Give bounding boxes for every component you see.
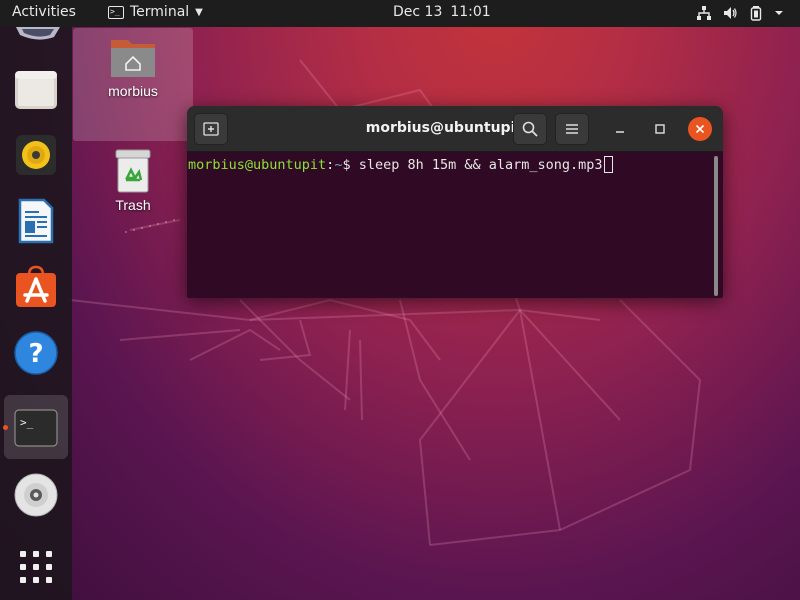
battery-icon [750,6,762,21]
text-cursor [603,156,613,173]
close-icon [695,124,705,134]
terminal-window[interactable]: morbius@ubuntupit: ~ morbius@ubuntupit:~… [187,106,723,298]
prompt-user: morbius@ubuntupit [188,157,327,173]
menu-button[interactable] [555,113,589,145]
maximize-button[interactable] [648,117,672,141]
disc-icon [14,473,58,517]
shopping-bag-icon [16,265,56,307]
hamburger-icon [566,124,578,134]
activities-button[interactable]: Activities [12,4,76,20]
dock-item-dvd[interactable] [4,463,68,527]
close-button[interactable] [688,117,712,141]
clock-date: Dec 13 [393,4,443,20]
terminal-scrollbar[interactable] [714,156,718,296]
app-menu-label: Terminal [130,4,190,20]
terminal-output[interactable]: morbius@ubuntupit:~$ sleep 8h 15m && ala… [187,152,723,298]
folder-icon [15,71,57,109]
minimize-icon [616,131,624,133]
svg-text:?: ? [28,339,43,369]
terminal-icon: >_ [14,409,58,447]
prompt-symbol: $ [342,157,359,173]
desktop-home-folder[interactable]: morbius [73,28,193,141]
network-icon [697,6,711,20]
new-tab-button[interactable] [194,113,228,145]
home-folder-icon [111,40,155,77]
trash-icon [115,149,151,193]
app-menu[interactable]: >_ Terminal ▼ [108,4,203,20]
dock: ? >_ [0,27,72,600]
running-indicator [3,425,8,430]
terminal-icon: >_ [108,5,124,19]
command-text: sleep 8h 15m && alarm_song.mp3 [358,157,603,173]
dock-item-rhythmbox[interactable] [4,123,68,187]
help-icon: ? [14,331,58,375]
dock-item-writer[interactable] [4,189,68,253]
maximize-icon [655,124,665,134]
dock-item-files[interactable] [4,57,68,121]
clock[interactable]: Dec 13 11:01 [393,4,491,20]
trash-label: Trash [115,197,151,213]
new-tab-icon [203,122,219,136]
partial-app-icon [16,27,60,40]
desktop-trash[interactable]: Trash [73,148,193,213]
system-tray[interactable] [696,5,784,21]
app-grid-icon [20,551,52,583]
home-folder-label: morbius [108,83,158,99]
caret-down-icon: ▼ [195,6,203,18]
show-applications-button[interactable] [4,535,68,599]
top-bar: Activities >_ Terminal ▼ Dec 13 11:01 [0,0,800,27]
document-icon [18,198,54,244]
dock-item-terminal[interactable]: >_ [4,395,68,459]
minimize-button[interactable] [608,117,632,141]
terminal-header-bar[interactable]: morbius@ubuntupit: ~ [187,106,723,152]
dock-item-help[interactable]: ? [4,321,68,385]
clock-time: 11:01 [450,4,491,20]
chevron-down-icon [775,11,783,15]
volume-icon [724,7,737,19]
search-icon [522,121,538,137]
speaker-icon [16,135,56,175]
svg-text:>_: >_ [20,416,34,429]
search-button[interactable] [513,113,547,145]
dock-item-software[interactable] [4,255,68,319]
